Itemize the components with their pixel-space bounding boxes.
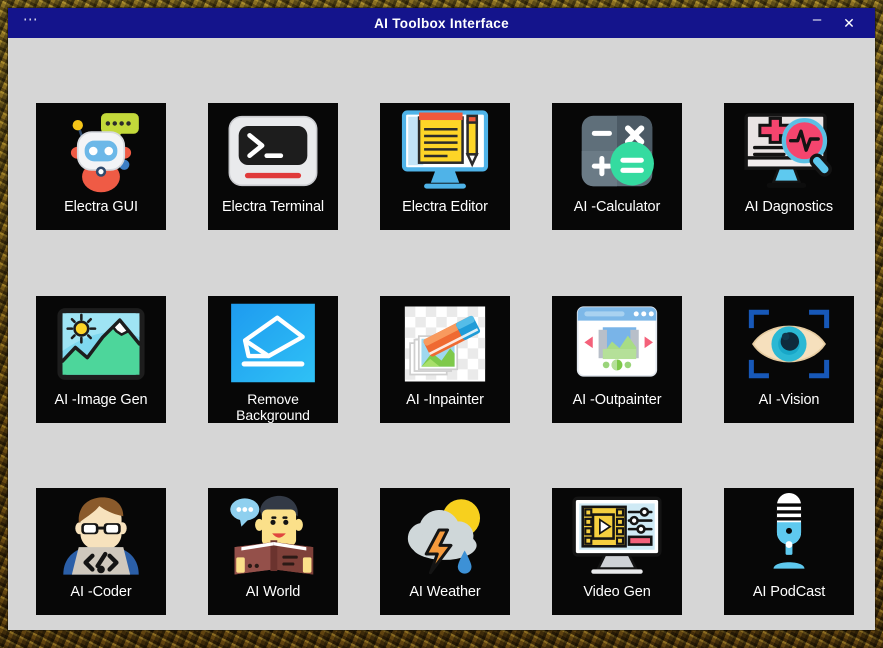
terminal-prompt-icon <box>208 103 338 199</box>
coder-laptop-icon <box>36 488 166 584</box>
tool-tile-ai-weather[interactable]: AI Weather <box>380 488 510 615</box>
tool-tile-label: AI PodCast <box>752 584 826 600</box>
tool-tile-ai-outpainter[interactable]: AI -Outpainter <box>552 296 682 423</box>
tool-tile-label: Electra Editor <box>402 199 488 215</box>
notepad-pencil-monitor-icon <box>380 103 510 199</box>
window-controls: – ✕ <box>801 8 875 38</box>
video-editor-monitor-icon <box>552 488 682 584</box>
tool-tile-label: AI -Outpainter <box>572 392 662 408</box>
tool-tile-label: AI -Calculator <box>573 199 661 215</box>
reader-book-chat-icon <box>208 488 338 584</box>
tool-tile-label: AI -Coder <box>70 584 132 600</box>
eraser-blue-icon <box>208 296 338 390</box>
ellipsis-icon[interactable]: ⋯ <box>8 8 54 38</box>
tool-tile-label: AI Weather <box>409 584 481 600</box>
tool-tile-ai-image-gen[interactable]: AI -Image Gen <box>36 296 166 423</box>
tool-tile-label: Video Gen <box>583 584 651 600</box>
tool-tile-electra-terminal[interactable]: Electra Terminal <box>208 103 338 230</box>
tool-tile-video-gen[interactable]: Video Gen <box>552 488 682 615</box>
minimize-button[interactable]: – <box>801 8 833 38</box>
calculator-icon <box>552 103 682 199</box>
application-window: ⋯ AI Toolbox Interface – ✕ Electra GUI E… <box>8 8 875 630</box>
medical-monitor-magnifier-icon <box>724 103 854 199</box>
tool-tile-label: AI World <box>245 584 301 600</box>
tool-tile-ai-vision[interactable]: AI -Vision <box>724 296 854 423</box>
tool-tile-label: Electra Terminal <box>221 199 325 215</box>
eraser-photos-icon <box>380 296 510 392</box>
title-bar: ⋯ AI Toolbox Interface – ✕ <box>8 8 875 38</box>
tool-tile-ai-calculator[interactable]: AI -Calculator <box>552 103 682 230</box>
tool-tile-electra-editor[interactable]: Electra Editor <box>380 103 510 230</box>
tool-tile-ai-world[interactable]: AI World <box>208 488 338 615</box>
tool-tile-label: AI -Vision <box>758 392 820 408</box>
tool-tile-label: AI -Image Gen <box>54 392 148 408</box>
page-title: AI Toolbox Interface <box>374 15 509 31</box>
tool-tile-ai-podcast[interactable]: AI PodCast <box>724 488 854 615</box>
cloud-sun-storm-icon <box>380 488 510 584</box>
landscape-photo-icon <box>36 296 166 392</box>
tool-tile-label: Remove Background <box>236 391 310 423</box>
tool-tile-label: AI Dagnostics <box>744 199 834 215</box>
tool-grid: Electra GUI Electra Terminal Electra Edi… <box>8 38 875 630</box>
tool-tile-ai-coder[interactable]: AI -Coder <box>36 488 166 615</box>
tool-tile-remove-background[interactable]: Remove Background <box>208 296 338 423</box>
close-button[interactable]: ✕ <box>833 8 865 38</box>
tool-tile-ai-inpainter[interactable]: AI -Inpainter <box>380 296 510 423</box>
tool-tile-ai-dagnostics[interactable]: AI Dagnostics <box>724 103 854 230</box>
expand-canvas-window-icon <box>552 296 682 392</box>
tool-tile-label: AI -Inpainter <box>406 392 484 408</box>
tool-tile-electra-gui[interactable]: Electra GUI <box>36 103 166 230</box>
robot-chat-icon <box>36 103 166 199</box>
eye-scan-icon <box>724 296 854 392</box>
microphone-icon <box>724 488 854 584</box>
tool-tile-label: Electra GUI <box>64 199 138 215</box>
